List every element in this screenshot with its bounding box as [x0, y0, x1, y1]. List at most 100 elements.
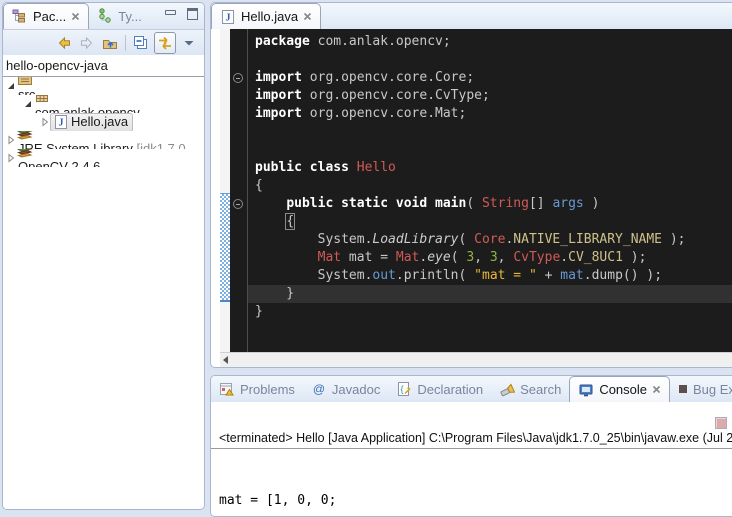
svg-text:@: @	[313, 382, 325, 396]
tab-declaration[interactable]: { Declaration	[388, 376, 491, 402]
left-view-tabrow: Pac... Ty...	[3, 3, 204, 30]
package-explorer-icon	[12, 9, 28, 25]
console-process-info: <terminated> Hello [Java Application] C:…	[211, 431, 732, 449]
tab-label: Bug Explorer	[693, 382, 732, 397]
tab-label: Search	[520, 382, 561, 397]
console-output-line: mat = [1, 0, 0;	[219, 491, 732, 510]
scroll-left-arrow-icon[interactable]	[223, 356, 228, 364]
code-line: import org.opencv.core.Mat;	[248, 105, 732, 123]
search-icon	[499, 381, 515, 397]
tree-item-body: OpenCV-2.4.6	[16, 149, 100, 167]
tab-hello-java[interactable]: J Hello.java	[211, 3, 321, 30]
tree-item-label: src	[16, 87, 35, 96]
tab-search[interactable]: Search	[491, 376, 569, 402]
tree-item-label: OpenCV-2.4.6	[16, 159, 100, 168]
tab-bug-explorer[interactable]: Bug Explorer	[670, 376, 732, 402]
close-icon[interactable]	[303, 12, 312, 21]
package-icon	[33, 95, 50, 105]
source-folder-icon	[16, 77, 33, 87]
editor-view: J Hello.java package com.anlak.opencv;im…	[210, 2, 732, 368]
tab-label: Problems	[240, 382, 295, 397]
editor-tab-label: Hello.java	[241, 9, 298, 24]
bug-icon	[678, 384, 688, 394]
code-line: System.LoadLibrary( Core.NATIVE_LIBRARY_…	[248, 231, 732, 249]
code-line: public static void main( String[] args )	[248, 195, 732, 213]
current-code-line: }	[248, 285, 732, 303]
view-menu-chevron-icon	[183, 39, 195, 47]
close-icon[interactable]	[652, 385, 661, 394]
tree-expanded-arrow-icon[interactable]	[22, 99, 33, 109]
method-range-indicator	[220, 193, 230, 302]
tab-label: Pac...	[33, 9, 66, 24]
collapse-all-button[interactable]	[131, 33, 151, 53]
library-icon	[16, 131, 33, 141]
tab-type-hierarchy[interactable]: Ty...	[89, 3, 150, 29]
tab-label: Javadoc	[332, 382, 380, 397]
minimize-button[interactable]	[162, 7, 178, 21]
up-button[interactable]	[100, 33, 120, 53]
tree-expanded-arrow-icon[interactable]	[5, 81, 16, 91]
tree-item-decoration: [jdk1.7.0	[133, 141, 186, 150]
tree-collapsed-arrow-icon[interactable]	[5, 153, 16, 163]
folding-ruler[interactable]	[230, 29, 248, 353]
tab-problems[interactable]: Problems	[211, 376, 303, 402]
fold-collapse-icon[interactable]	[233, 199, 243, 209]
tree-item-hello-java[interactable]: JHello.java	[3, 113, 204, 131]
view-menu-button[interactable]	[179, 33, 199, 53]
java-file-icon: J	[220, 9, 236, 25]
horizontal-scrollbar[interactable]	[220, 352, 732, 367]
declaration-icon: {	[396, 381, 412, 397]
tab-label: Declaration	[417, 382, 483, 397]
tree-item-body: com.anlak.opencv	[33, 95, 140, 113]
javadoc-icon: @	[311, 381, 327, 397]
fold-collapse-icon[interactable]	[233, 73, 243, 83]
package-explorer-tree[interactable]: hello-opencv-java src com.anlak.opencvJHe…	[3, 55, 204, 509]
tree-item-label: com.anlak.opencv	[33, 105, 140, 114]
collapse-all-icon	[133, 35, 149, 51]
terminate-button[interactable]	[715, 417, 727, 429]
tree-item-jre-system-library[interactable]: JRE System Library [jdk1.7.0	[3, 131, 204, 149]
tab-console[interactable]: Console	[569, 376, 670, 403]
code-area[interactable]: package com.anlak.opencv;import org.open…	[248, 29, 732, 353]
code-line	[248, 141, 732, 159]
console-view: Problems @ Javadoc { Declaration Search Consol…	[210, 375, 732, 517]
code-line: }	[248, 303, 732, 321]
back-arrow-icon	[56, 35, 72, 51]
tree-item-opencv-2-4-6[interactable]: OpenCV-2.4.6	[3, 149, 204, 167]
annotation-ruler[interactable]	[220, 29, 230, 353]
problems-icon	[219, 381, 235, 397]
tab-label: Ty...	[118, 9, 142, 24]
link-with-editor-button[interactable]	[154, 32, 176, 54]
project-root-label[interactable]: hello-opencv-java	[3, 55, 204, 77]
maximize-button[interactable]	[184, 7, 200, 21]
code-line: {	[248, 213, 732, 231]
code-line: import org.opencv.core.Core;	[248, 69, 732, 87]
link-with-editor-icon	[157, 35, 173, 51]
code-line	[248, 123, 732, 141]
java-file-icon: J	[52, 114, 69, 130]
bottom-view-tabrow: Problems @ Javadoc { Declaration Search Consol…	[211, 376, 732, 403]
back-button[interactable]	[54, 33, 74, 53]
tree-item-com-anlak-opencv[interactable]: com.anlak.opencv	[3, 95, 204, 113]
tab-package-explorer[interactable]: Pac...	[3, 3, 89, 30]
tab-javadoc[interactable]: @ Javadoc	[303, 376, 388, 402]
close-icon[interactable]	[71, 12, 80, 21]
code-line: Mat mat = Mat.eye( 3, 3, CvType.CV_8UC1 …	[248, 249, 732, 267]
editor-body: package com.anlak.opencv;import org.open…	[211, 29, 732, 367]
tree-item-body: JRE System Library [jdk1.7.0	[16, 131, 186, 149]
tree-collapsed-arrow-icon[interactable]	[39, 117, 50, 127]
console-icon	[578, 382, 594, 398]
forward-button[interactable]	[77, 33, 97, 53]
package-explorer-toolbar	[3, 30, 204, 55]
code-line: System.out.println( "mat = " + mat.dump(…	[248, 267, 732, 285]
code-line: {	[248, 177, 732, 195]
console-output[interactable]: mat = [1, 0, 0; 0, 1, 0; 0, 0, 1]	[219, 453, 732, 517]
tree-collapsed-arrow-icon[interactable]	[5, 135, 16, 145]
tree-item-label: JRE System Library	[16, 141, 133, 150]
tree-item-src[interactable]: src	[3, 77, 204, 95]
editor-tabrow: J Hello.java	[211, 3, 732, 30]
type-hierarchy-icon	[97, 8, 113, 24]
svg-text:{: {	[401, 384, 404, 394]
selected-item-highlight: JHello.java	[50, 113, 133, 131]
svg-text:J: J	[226, 12, 231, 23]
